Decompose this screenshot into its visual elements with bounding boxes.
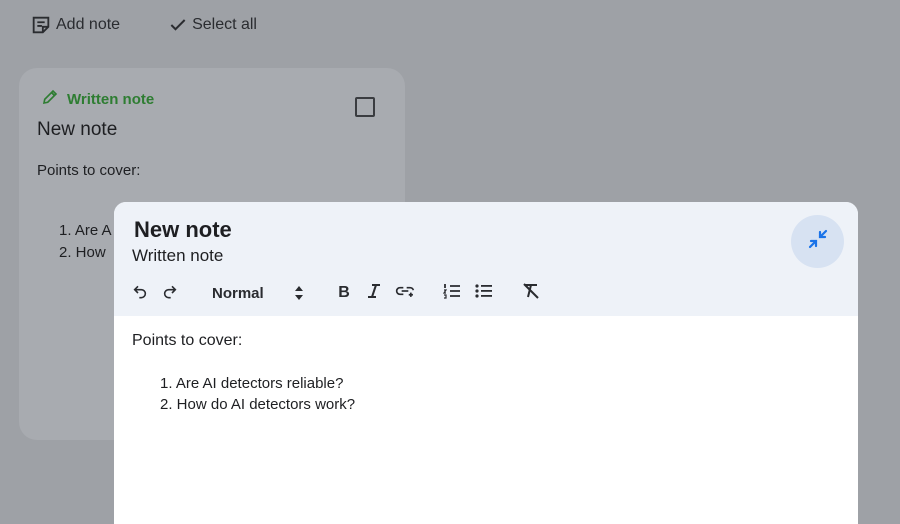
redo-icon [162, 283, 178, 304]
bulleted-list-button[interactable] [474, 280, 494, 306]
numbered-list-button[interactable] [442, 280, 462, 306]
select-all-button[interactable]: Select all [168, 15, 257, 35]
clear-formatting-button[interactable] [520, 280, 542, 306]
redo-button[interactable] [160, 280, 180, 306]
note-card-title: New note [37, 119, 118, 140]
note-type-label: Written note [67, 91, 155, 108]
list-item: 1. Are A [59, 222, 112, 239]
bold-button[interactable]: B [334, 280, 354, 306]
format-toolbar: Normal B [114, 280, 858, 306]
editor-list: 1. Are AI detectors reliable? 2. How do … [160, 373, 355, 415]
note-editor-dialog: New note Written note Normal B Points to… [114, 202, 858, 524]
notes-toolbar: Add note Select all [30, 14, 305, 36]
bulleted-list-icon [475, 283, 493, 304]
bold-icon: B [338, 284, 350, 301]
list-item: 1. Are AI detectors reliable? [160, 375, 344, 392]
collapse-arrows-icon [806, 227, 830, 256]
note-card-list: 1. Are A 2. How [59, 220, 112, 264]
add-note-button[interactable]: Add note [30, 14, 120, 36]
add-note-label: Add note [56, 16, 121, 33]
text-style-value: Normal [212, 284, 264, 302]
pencil-icon [41, 88, 59, 111]
link-button[interactable] [394, 280, 416, 306]
italic-button[interactable] [364, 280, 384, 306]
collapse-button[interactable] [791, 215, 844, 268]
italic-icon [367, 283, 381, 304]
undo-icon [132, 283, 148, 304]
editor-header: New note Written note Normal B [114, 202, 858, 316]
text-style-select[interactable]: Normal [212, 280, 312, 306]
select-arrows-icon [294, 285, 304, 306]
editor-title[interactable]: New note [134, 217, 232, 243]
list-item: 2. How do AI detectors work? [160, 396, 356, 413]
undo-button[interactable] [130, 280, 150, 306]
numbered-list-icon [442, 283, 461, 304]
notebook-page: Add note Select all Written note New not… [0, 0, 900, 524]
clear-formatting-icon [522, 282, 540, 304]
note-select-checkbox[interactable] [355, 97, 375, 117]
link-icon [395, 283, 415, 304]
checkmark-icon [168, 15, 188, 35]
list-item: 2. How [59, 244, 106, 261]
select-all-label: Select all [192, 16, 257, 33]
note-add-icon [30, 14, 52, 36]
note-type-row: Written note [41, 88, 154, 111]
editor-subtitle: Written note [132, 246, 224, 265]
editor-body-intro: Points to cover: [132, 332, 243, 349]
note-card-body-intro: Points to cover: [37, 162, 141, 179]
